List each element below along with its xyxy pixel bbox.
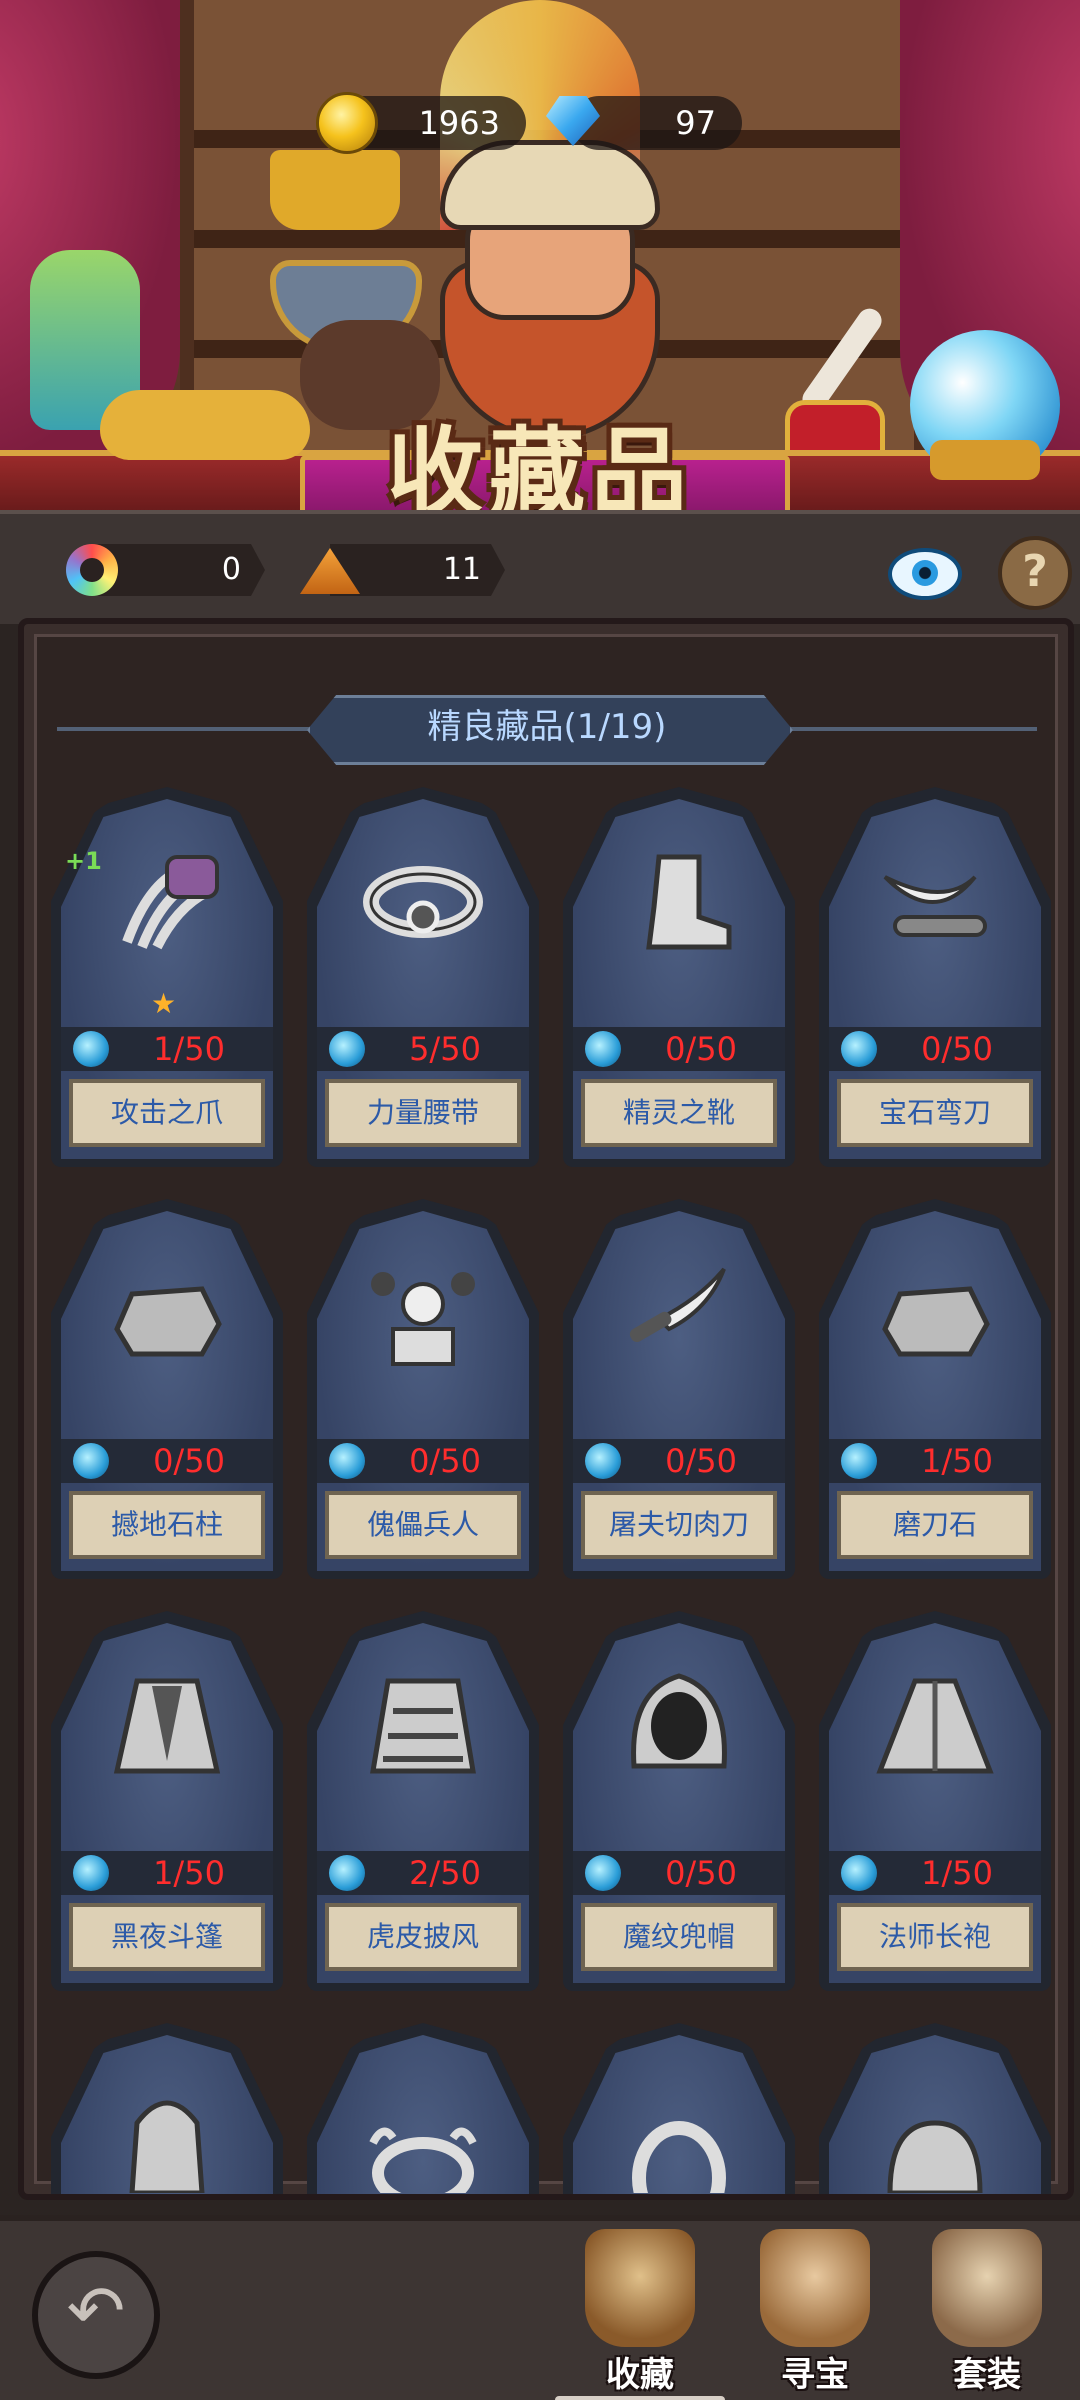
back-button[interactable]: ↶ <box>32 2251 160 2379</box>
collection-card[interactable]: 0/50 魔纹兜帽 <box>563 1611 795 1991</box>
hand-icon <box>760 2229 870 2347</box>
star-icon: ★ <box>151 987 177 1020</box>
sand-amount: 11 <box>442 552 481 587</box>
whetstone-icon <box>882 1286 990 1357</box>
collection-card[interactable]: 1/50 法师长袍 <box>819 1611 1051 1991</box>
collection-card[interactable]: 1/50 黑夜斗篷 <box>51 1611 283 1991</box>
scimitar-icon <box>883 875 987 937</box>
plus-badge: +1 <box>65 847 102 875</box>
tab-label: 收藏 <box>606 2355 674 2395</box>
item-count: 1/50 <box>153 1854 225 1892</box>
item-name: 力量腰带 <box>325 1079 521 1147</box>
claw-icon <box>122 855 219 950</box>
header-scene: 收藏品 1963 97 <box>0 0 1080 520</box>
gold-coin-icon <box>316 92 378 154</box>
shard-icon <box>585 1031 621 1067</box>
item-name: 宝石弯刀 <box>837 1079 1033 1147</box>
hood-icon <box>631 1673 727 1769</box>
item-count: 1/50 <box>921 1854 993 1892</box>
collection-card[interactable]: 0/50 宝石弯刀 <box>819 787 1051 1167</box>
shard-icon <box>329 1031 365 1067</box>
bottom-nav: ↶ 收藏 寻宝 套装 <box>0 2215 1080 2400</box>
tab-collect[interactable]: 收藏 <box>565 2229 715 2399</box>
horned-helmet-icon <box>932 2229 1042 2347</box>
item-count: 0/50 <box>665 1442 737 1480</box>
item-count: 0/50 <box>665 1854 737 1892</box>
gem-amount: 97 <box>675 104 716 142</box>
shard-icon <box>841 1443 877 1479</box>
shard-icon <box>585 1855 621 1891</box>
item-name: 法师长袍 <box>837 1903 1033 1971</box>
boots-icon <box>646 854 732 950</box>
item-name: 黑夜斗篷 <box>69 1903 265 1971</box>
collection-card[interactable] <box>819 2023 1051 2194</box>
item-name: 攻击之爪 <box>69 1079 265 1147</box>
gem-counter: 97 <box>572 96 742 150</box>
tab-label: 寻宝 <box>781 2355 849 2395</box>
tiger-cape-icon <box>370 1678 476 1774</box>
collection-card[interactable]: 5/50 力量腰带 <box>307 787 539 1167</box>
eye-icon[interactable] <box>888 548 962 600</box>
collection-card[interactable]: 0/50 傀儡兵人 <box>307 1199 539 1579</box>
essence-amount: 0 <box>221 552 241 587</box>
item-count: 2/50 <box>409 1854 481 1892</box>
help-button[interactable]: ? <box>998 536 1072 610</box>
section-title: 精良藏品(1/19) <box>427 707 667 747</box>
stone-pillar-icon <box>114 1286 222 1357</box>
item-name: 屠夫切肉刀 <box>581 1491 777 1559</box>
rainbow-essence-icon <box>66 544 118 596</box>
gold-amount: 1963 <box>418 104 500 142</box>
shard-icon <box>841 1855 877 1891</box>
resource-bar: 0 11 ? <box>0 510 1080 624</box>
shard-icon <box>585 1443 621 1479</box>
collection-card[interactable] <box>563 2023 795 2194</box>
shard-icon <box>73 1443 109 1479</box>
item-count: 1/50 <box>921 1442 993 1480</box>
belt-icon <box>363 866 483 938</box>
item-name: 魔纹兜帽 <box>581 1903 777 1971</box>
collection-panel[interactable]: 精良藏品(1/19) +1 ★ 1/50 攻击之爪 5/50 力量腰带 0/50… <box>18 618 1074 2200</box>
helmet-icon <box>887 2120 983 2193</box>
item-name: 傀儡兵人 <box>325 1491 521 1559</box>
sand-counter: 11 <box>330 544 505 596</box>
item-name: 精灵之靴 <box>581 1079 777 1147</box>
shard-icon <box>329 1855 365 1891</box>
shard-icon <box>329 1443 365 1479</box>
tab-set[interactable]: 套装 <box>912 2229 1062 2399</box>
shard-icon <box>841 1031 877 1067</box>
ring-icon <box>632 2121 726 2193</box>
dwarf-portrait-icon <box>585 2229 695 2347</box>
collection-card[interactable]: 1/50 磨刀石 <box>819 1199 1051 1579</box>
item-name: 撼地石柱 <box>69 1491 265 1559</box>
item-count: 5/50 <box>409 1030 481 1068</box>
robe-icon <box>876 1678 994 1774</box>
jester-box-icon <box>371 1272 475 1366</box>
collection-card[interactable]: 2/50 虎皮披风 <box>307 1611 539 1991</box>
item-name: 磨刀石 <box>837 1491 1033 1559</box>
collection-card[interactable]: 0/50 撼地石柱 <box>51 1199 283 1579</box>
collection-scroll-area[interactable]: 精良藏品(1/19) +1 ★ 1/50 攻击之爪 5/50 力量腰带 0/50… <box>34 634 1058 2194</box>
cloak-icon <box>113 1678 221 1774</box>
collection-card[interactable]: 0/50 屠夫切肉刀 <box>563 1199 795 1579</box>
collection-card[interactable] <box>51 2023 283 2194</box>
item-count: 0/50 <box>153 1442 225 1480</box>
shard-icon <box>73 1031 109 1067</box>
horned-ring-icon <box>369 2127 477 2193</box>
collection-card[interactable]: 0/50 精灵之靴 <box>563 787 795 1167</box>
collection-card[interactable]: +1 ★ 1/50 攻击之爪 <box>51 787 283 1167</box>
item-count: 1/50 <box>153 1030 225 1068</box>
item-count: 0/50 <box>409 1442 481 1480</box>
tab-treasure[interactable]: 寻宝 <box>740 2229 890 2399</box>
active-tab-indicator <box>555 2396 725 2400</box>
dwarf-hat <box>440 140 660 230</box>
item-count: 0/50 <box>665 1030 737 1068</box>
shard-icon <box>73 1855 109 1891</box>
cleaver-icon <box>629 1267 726 1342</box>
collection-card[interactable] <box>307 2023 539 2194</box>
item-name: 虎皮披风 <box>325 1903 521 1971</box>
gauntlet-icon <box>129 2100 205 2193</box>
page-title: 收藏品 <box>387 417 693 520</box>
tab-label: 套装 <box>953 2355 1021 2395</box>
item-count: 0/50 <box>921 1030 993 1068</box>
